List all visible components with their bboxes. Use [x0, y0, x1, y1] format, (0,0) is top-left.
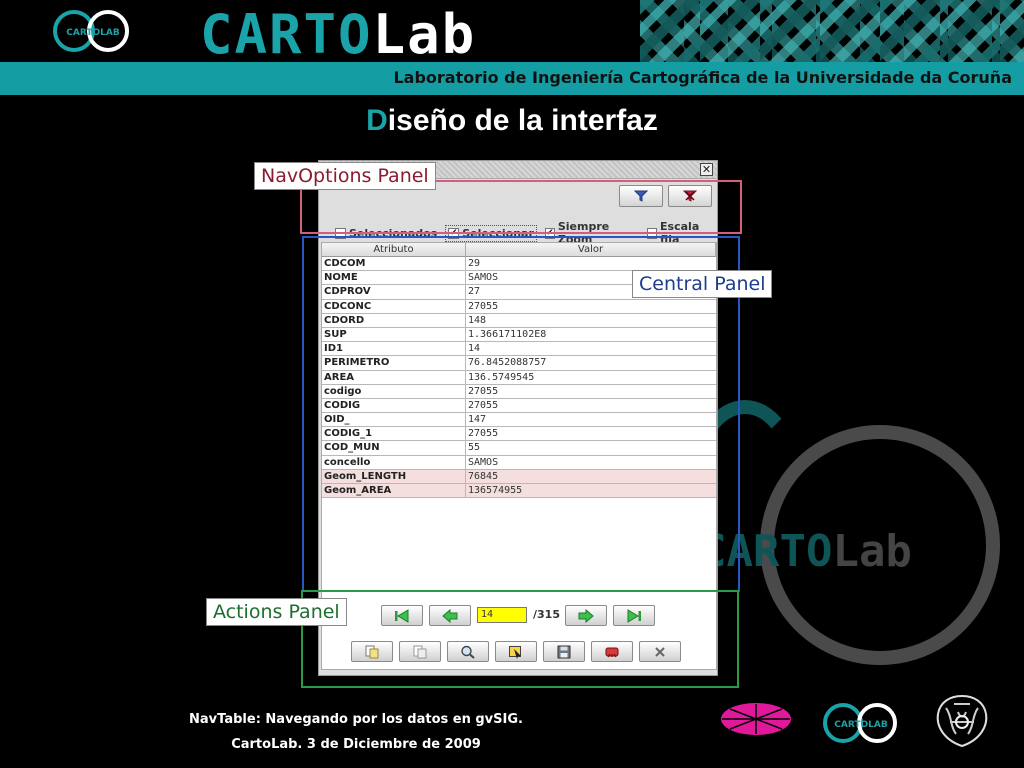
- bg-wordmark-lab: Lab: [832, 526, 912, 577]
- cartolab-logo-footer: CARTOLAB: [823, 703, 897, 743]
- wordmark-carto: CARTO: [200, 3, 373, 62]
- footer-logo-text: CARTOLAB: [834, 720, 888, 730]
- header: CARTOLAB CARTOLab: [0, 0, 1024, 62]
- lab-name: Laboratorio de Ingeniería Cartográfica d…: [393, 68, 1012, 87]
- header-bar: Laboratorio de Ingeniería Cartográfica d…: [0, 62, 1024, 95]
- title-rest: iseño de la interfaz: [387, 104, 658, 137]
- wordmark-lab: Lab: [372, 3, 477, 62]
- logo-text: CARTOLAB: [66, 28, 120, 38]
- coat-of-arms-seal: [936, 694, 988, 748]
- footer-subtitle: NavTable: Navegando por los datos en gvS…: [189, 712, 523, 727]
- cartolab-logo: CARTOLAB: [53, 10, 129, 52]
- actions-panel-label: Actions Panel: [206, 598, 347, 626]
- header-texture: [640, 0, 1024, 62]
- window-close-button[interactable]: ✕: [700, 163, 713, 176]
- central-panel-label: Central Panel: [632, 270, 773, 298]
- actions-frame: [301, 590, 739, 688]
- title-initial: D: [366, 104, 388, 137]
- slide-title: Diseño de la interfaz: [0, 104, 1024, 138]
- university-logo: [721, 703, 791, 735]
- footer-date: CartoLab. 3 de Diciembre de 2009: [231, 737, 481, 752]
- navoptions-panel-label: NavOptions Panel: [254, 162, 436, 190]
- cartolab-wordmark: CARTOLab: [200, 8, 476, 62]
